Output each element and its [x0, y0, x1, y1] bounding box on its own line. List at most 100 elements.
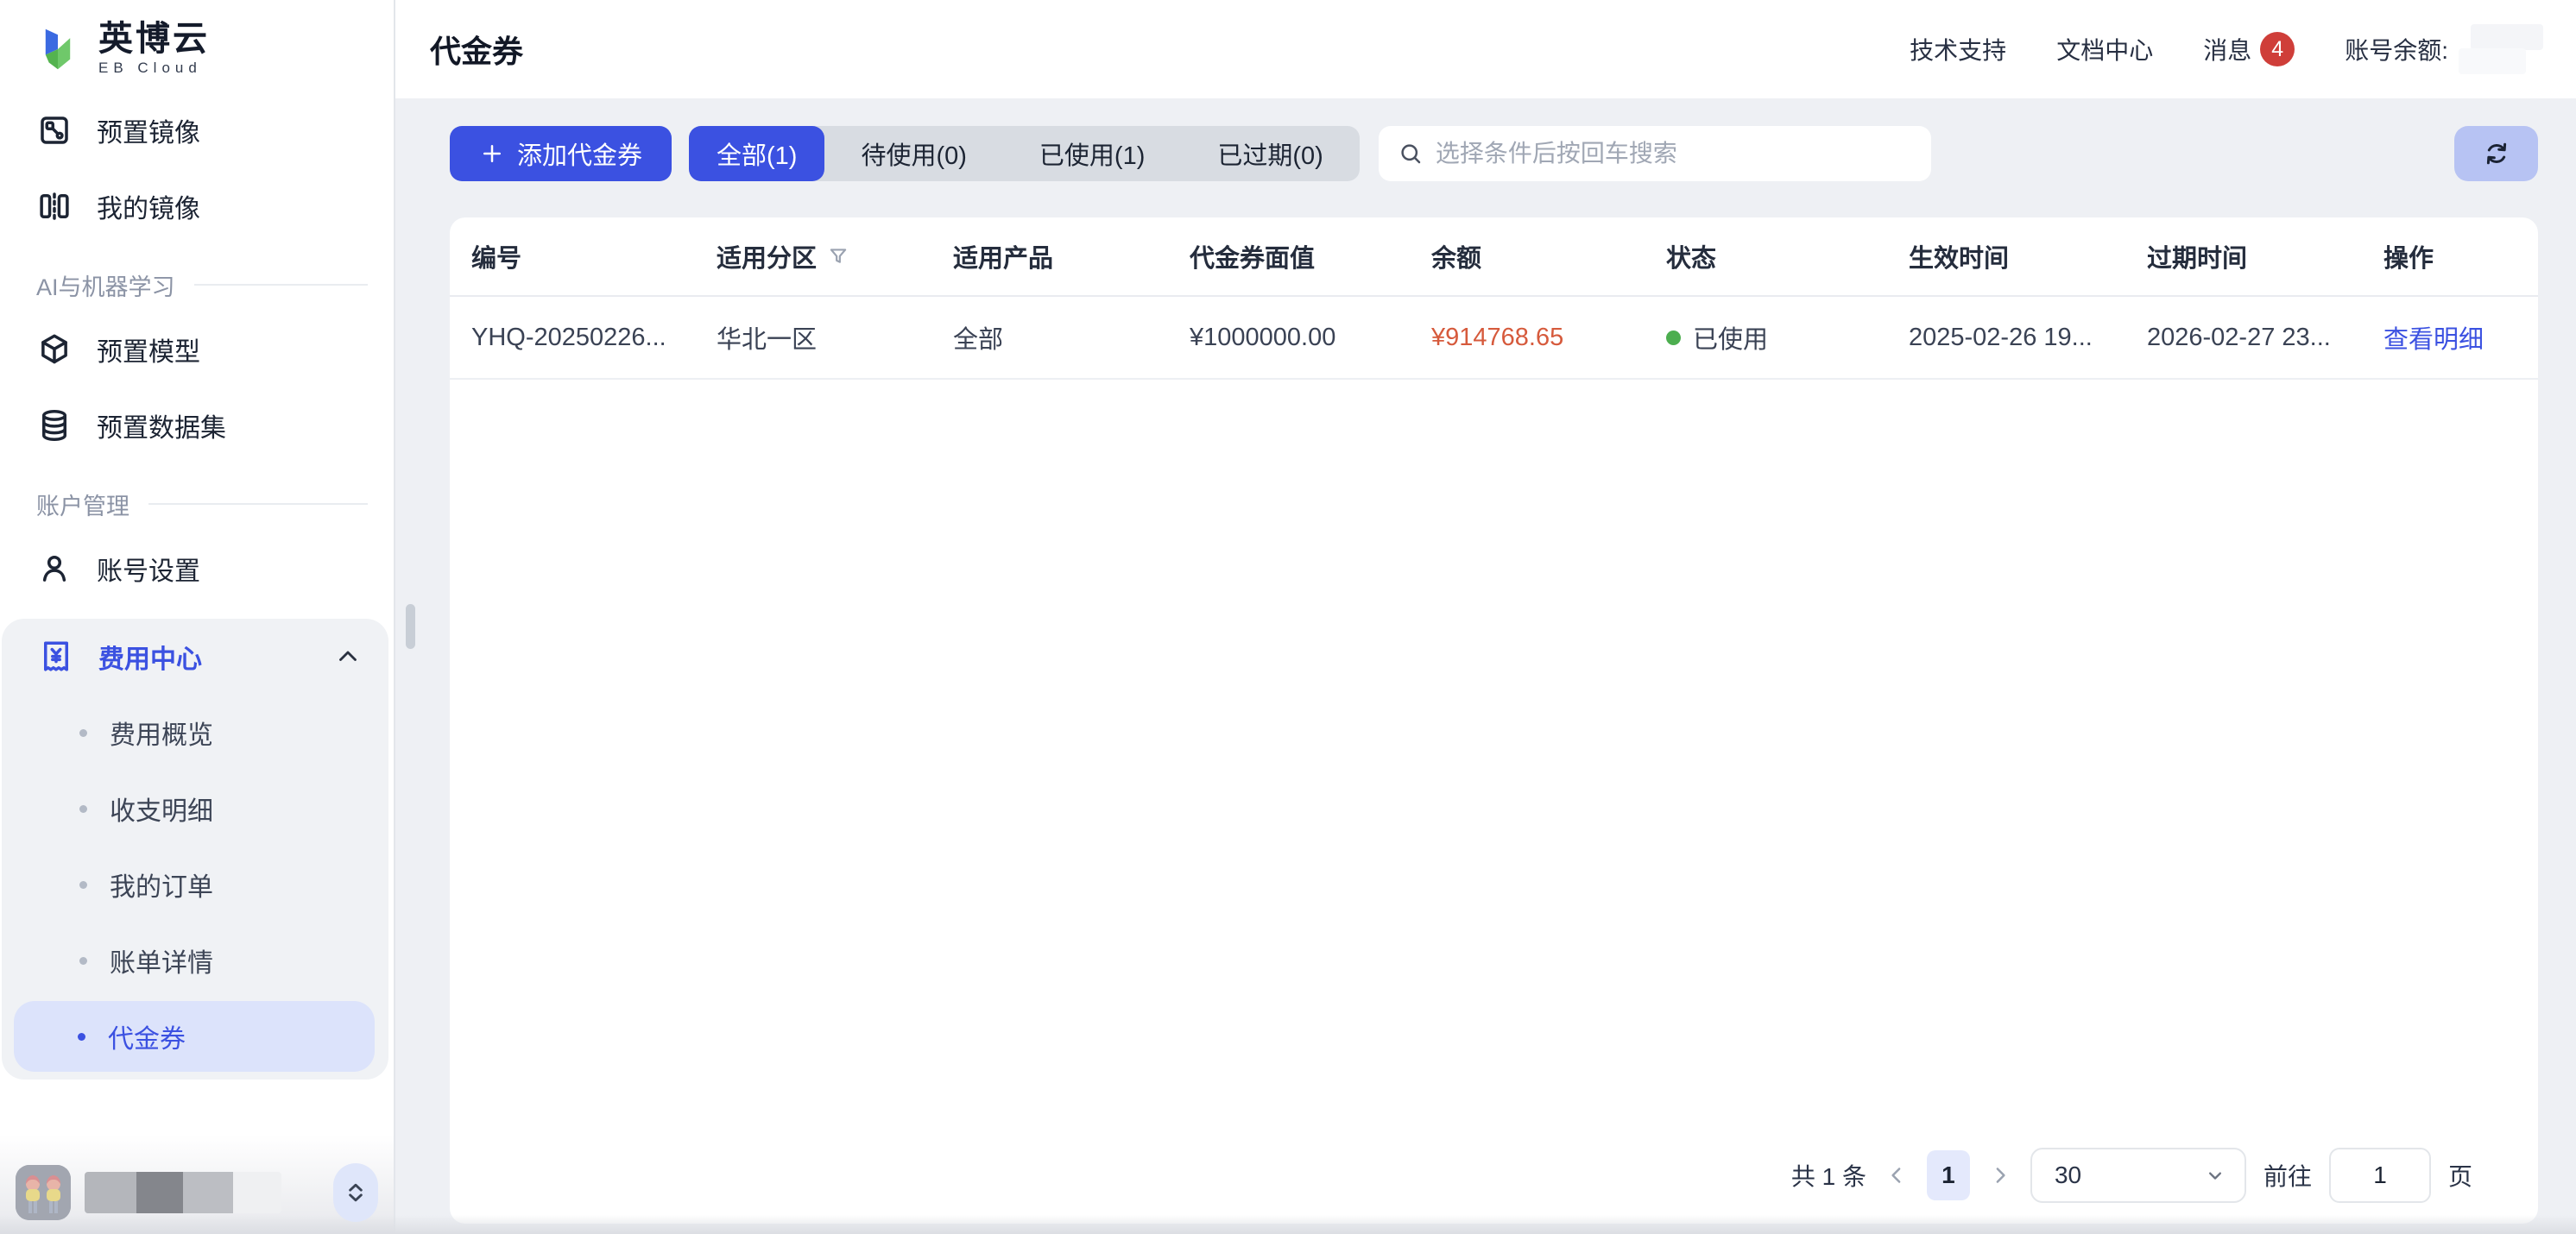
- sidebar-subitem-my-orders[interactable]: 我的订单: [2, 847, 388, 922]
- messages-label: 消息: [2203, 32, 2251, 66]
- table-header-row: 编号 适用分区 适用产品 代金券面值 余额 状态 生效时间 过期时间 操作: [450, 217, 2538, 297]
- add-voucher-button[interactable]: 添加代金券: [450, 126, 672, 181]
- pagination: 共 1 条 1 30 前往 页: [1791, 1148, 2472, 1203]
- sidebar-item-billing-center[interactable]: 费用中心: [2, 619, 388, 695]
- col-header-zone: 适用分区: [717, 238, 953, 274]
- sidebar-item-label: 预置镜像: [97, 111, 200, 149]
- cell-expire-time: 2026-02-27 23...: [2147, 324, 2383, 352]
- sidebar-item-label: 预置模型: [97, 331, 200, 368]
- goto-label: 前往: [2263, 1158, 2312, 1193]
- refresh-icon: [2481, 138, 2512, 169]
- sidebar-item-preset-datasets[interactable]: 预置数据集: [0, 387, 394, 463]
- page-title: 代金券: [430, 27, 523, 72]
- tab-unused[interactable]: 待使用(0): [824, 126, 1002, 181]
- page-unit-label: 页: [2448, 1158, 2472, 1193]
- page-size-value: 30: [2055, 1162, 2081, 1189]
- col-header-id: 编号: [471, 238, 717, 274]
- cell-zone: 华北一区: [717, 319, 953, 356]
- sidebar-item-my-images[interactable]: 我的镜像: [0, 168, 394, 244]
- next-page-icon[interactable]: [1987, 1162, 2013, 1188]
- tab-all[interactable]: 全部(1): [689, 126, 824, 181]
- receipt-yuan-icon: [38, 639, 74, 675]
- col-header-effective-time: 生效时间: [1909, 238, 2147, 274]
- account-balance: 账号余额:: [2345, 22, 2545, 76]
- scrollbar-thumb[interactable]: [406, 604, 415, 649]
- cell-voucher-id: YHQ-20250226...: [471, 324, 717, 352]
- search-icon: [1398, 141, 1424, 167]
- sidebar-subitem-cost-overview[interactable]: 费用概览: [2, 695, 388, 771]
- view-details-link[interactable]: 查看明细: [2383, 319, 2538, 356]
- tab-used[interactable]: 已使用(1): [1003, 126, 1181, 181]
- bullet-dot: [79, 957, 87, 965]
- avatar[interactable]: [16, 1165, 71, 1220]
- sidebar-section-account: 账户管理: [0, 477, 394, 531]
- sidebar-item-preset-images[interactable]: 预置镜像: [0, 92, 394, 168]
- table-row: YHQ-20250226... 华北一区 全部 ¥1000000.00 ¥914…: [450, 297, 2538, 380]
- sidebar-item-label: 我的订单: [110, 866, 213, 903]
- sidebar-item-label: 费用中心: [98, 638, 202, 676]
- brand-logo-icon: [31, 22, 85, 76]
- refresh-button[interactable]: [2454, 126, 2538, 181]
- status-dot-green: [1666, 331, 1681, 345]
- sidebar: 英博云 EB Cloud 预置镜像 我的镜像 AI与机器学习: [0, 0, 395, 1234]
- brand[interactable]: 英博云 EB Cloud: [0, 0, 394, 77]
- sidebar-item-label: 我的镜像: [97, 187, 200, 225]
- sidebar-subitem-income-expense[interactable]: 收支明细: [2, 771, 388, 847]
- sidebar-item-label: 代金券: [108, 1017, 186, 1055]
- plus-icon: [479, 141, 505, 167]
- brand-name: 英博云: [98, 21, 210, 57]
- balance-value-redacted: [2459, 22, 2545, 76]
- bullet-dot: [79, 805, 87, 813]
- col-header-product: 适用产品: [953, 238, 1190, 274]
- up-down-chevrons-icon: [341, 1178, 370, 1207]
- col-header-expire-time: 过期时间: [2147, 238, 2383, 274]
- search-input[interactable]: [1436, 140, 1912, 167]
- messages-link[interactable]: 消息 4: [2203, 32, 2295, 66]
- voucher-table-card: 编号 适用分区 适用产品 代金券面值 余额 状态 生效时间 过期时间 操作 YH…: [450, 217, 2538, 1224]
- sidebar-item-label: 预置数据集: [97, 406, 226, 444]
- bullet-dot: [79, 881, 87, 889]
- search-box: [1379, 126, 1931, 181]
- status-filter-tabs: 全部(1) 待使用(0) 已使用(1) 已过期(0): [689, 126, 1360, 181]
- image-icon: [36, 112, 73, 148]
- docs-center-link[interactable]: 文档中心: [2056, 32, 2153, 66]
- sidebar-item-label: 费用概览: [110, 714, 213, 752]
- database-icon: [36, 407, 73, 444]
- col-header-balance: 余额: [1431, 238, 1666, 274]
- balance-label: 账号余额:: [2345, 32, 2448, 66]
- col-header-face-value: 代金券面值: [1190, 238, 1431, 274]
- sidebar-item-account-settings[interactable]: 账号设置: [0, 531, 394, 607]
- prev-page-icon[interactable]: [1884, 1162, 1910, 1188]
- user-icon: [36, 551, 73, 587]
- current-page-button[interactable]: 1: [1927, 1150, 1970, 1200]
- col-header-status: 状态: [1666, 238, 1909, 274]
- user-row: [16, 1163, 378, 1222]
- sidebar-item-label: 账单详情: [110, 941, 213, 979]
- chevron-up-icon: [333, 642, 363, 671]
- filter-icon[interactable]: [827, 245, 849, 268]
- bullet-dot: [79, 729, 87, 737]
- sidebar-subitem-vouchers[interactable]: 代金券: [14, 1001, 375, 1072]
- add-voucher-label: 添加代金券: [517, 135, 642, 172]
- cell-balance: ¥914768.65: [1431, 324, 1666, 352]
- account-switcher-button[interactable]: [333, 1163, 378, 1222]
- my-images-icon: [36, 188, 73, 224]
- avatar-image: [16, 1165, 71, 1220]
- sidebar-section-ai: AI与机器学习: [0, 258, 394, 312]
- goto-page-input[interactable]: [2329, 1148, 2431, 1203]
- tab-expired[interactable]: 已过期(0): [1181, 126, 1359, 181]
- bullet-dot: [78, 1033, 85, 1041]
- tech-support-link[interactable]: 技术支持: [1910, 32, 2006, 66]
- chevron-down-icon: [2203, 1163, 2227, 1187]
- pagination-total: 共 1 条: [1791, 1158, 1866, 1193]
- page-size-select[interactable]: 30: [2030, 1148, 2246, 1203]
- cell-status: 已使用: [1666, 319, 1909, 356]
- sidebar-item-preset-models[interactable]: 预置模型: [0, 312, 394, 387]
- sidebar-subitem-bill-details[interactable]: 账单详情: [2, 922, 388, 998]
- toolbar: 添加代金券 全部(1) 待使用(0) 已使用(1) 已过期(0): [450, 126, 2538, 181]
- messages-count-badge: 4: [2260, 32, 2295, 66]
- username-redacted: [85, 1172, 281, 1213]
- cell-product: 全部: [953, 319, 1190, 356]
- brand-subtitle: EB Cloud: [98, 60, 210, 77]
- status-label: 已使用: [1693, 319, 1768, 356]
